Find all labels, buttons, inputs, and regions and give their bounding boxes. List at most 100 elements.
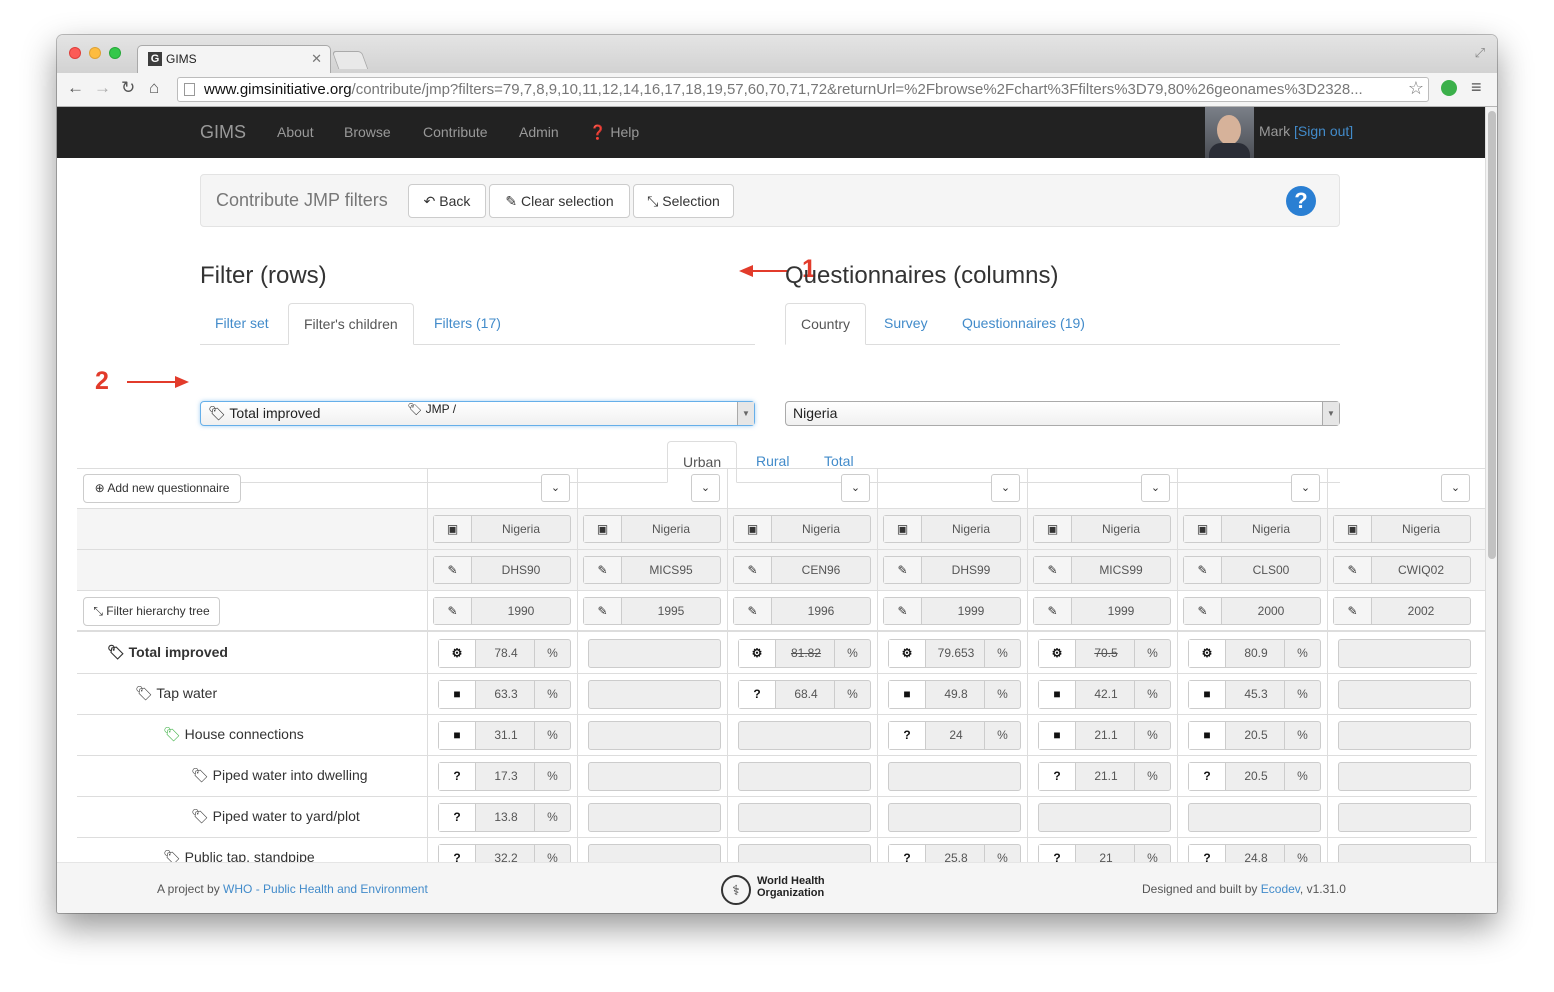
column-survey-field[interactable]: ✎ CWIQ02 bbox=[1333, 556, 1471, 584]
value-cell[interactable]: ? 21% bbox=[1038, 844, 1171, 862]
new-tab-button[interactable] bbox=[331, 51, 369, 69]
value-cell[interactable]: ■ 20.5% bbox=[1188, 721, 1321, 750]
value-cell[interactable] bbox=[888, 803, 1021, 832]
edit-icon[interactable]: ✎ bbox=[884, 598, 922, 624]
value-input[interactable]: 25.8 bbox=[926, 845, 986, 862]
browser-tab[interactable]: G GIMS ✕ bbox=[137, 45, 331, 73]
column-year-field[interactable]: ✎ 1996 bbox=[733, 597, 871, 625]
column-country-field[interactable]: ▣ Nigeria bbox=[883, 515, 1021, 543]
column-survey-field[interactable]: ✎ MICS95 bbox=[583, 556, 721, 584]
page-scrollbar[interactable] bbox=[1485, 107, 1497, 862]
nav-browse[interactable]: Browse bbox=[344, 124, 391, 140]
copy-icon[interactable]: ▣ bbox=[1184, 516, 1222, 542]
edit-icon[interactable]: ✎ bbox=[1334, 598, 1372, 624]
value-cell[interactable] bbox=[588, 844, 721, 862]
value-cell[interactable]: ■ 31.1% bbox=[438, 721, 571, 750]
question-icon[interactable]: ? bbox=[439, 763, 476, 790]
question-icon[interactable]: ? bbox=[1189, 845, 1226, 862]
close-window-button[interactable] bbox=[69, 47, 81, 59]
value-cell[interactable]: ? 13.8% bbox=[438, 803, 571, 832]
value-input[interactable]: 20.5 bbox=[1226, 722, 1286, 749]
value-input[interactable]: 42.1 bbox=[1076, 681, 1136, 708]
clear-selection-button[interactable]: ✎ Clear selection bbox=[489, 184, 630, 218]
value-input[interactable]: 78.4 bbox=[476, 640, 536, 667]
value-cell[interactable] bbox=[1338, 639, 1471, 668]
column-year-field[interactable]: ✎ 1999 bbox=[883, 597, 1021, 625]
value-cell[interactable] bbox=[1038, 803, 1171, 832]
folder-icon[interactable]: ■ bbox=[1189, 681, 1226, 708]
value-cell[interactable]: ⚙ 81.82% bbox=[738, 639, 871, 668]
value-input[interactable]: 31.1 bbox=[476, 722, 536, 749]
question-icon[interactable]: ? bbox=[889, 845, 926, 862]
column-year-field[interactable]: ✎ 1999 bbox=[1033, 597, 1171, 625]
value-cell[interactable]: ? 25.8% bbox=[888, 844, 1021, 862]
address-bar[interactable]: www.gimsinitiative.org/contribute/jmp?fi… bbox=[177, 77, 1429, 102]
folder-icon[interactable]: ■ bbox=[439, 722, 476, 749]
column-menu-button[interactable]: ⌄ bbox=[1441, 474, 1470, 502]
value-cell[interactable] bbox=[1338, 803, 1471, 832]
sign-out-link[interactable]: [Sign out] bbox=[1294, 123, 1353, 139]
value-input[interactable]: 79.653 bbox=[926, 640, 986, 667]
question-icon[interactable]: ? bbox=[439, 845, 476, 862]
column-country-field[interactable]: ▣ Nigeria bbox=[583, 515, 721, 543]
folder-icon[interactable]: ■ bbox=[1189, 722, 1226, 749]
question-icon[interactable]: ? bbox=[889, 722, 926, 749]
gear-icon[interactable]: ⚙ bbox=[739, 640, 776, 667]
value-cell[interactable] bbox=[1338, 721, 1471, 750]
back-button[interactable]: ↶ Back bbox=[408, 184, 486, 218]
question-icon[interactable]: ? bbox=[439, 804, 476, 831]
value-cell[interactable]: ? 21.1% bbox=[1038, 762, 1171, 791]
edit-icon[interactable]: ✎ bbox=[1334, 557, 1372, 583]
folder-icon[interactable]: ■ bbox=[889, 681, 926, 708]
value-cell[interactable]: ■ 63.3% bbox=[438, 680, 571, 709]
edit-icon[interactable]: ✎ bbox=[434, 557, 472, 583]
column-menu-button[interactable]: ⌄ bbox=[991, 474, 1020, 502]
fullscreen-icon[interactable]: ⤢ bbox=[1475, 45, 1485, 61]
copy-icon[interactable]: ▣ bbox=[434, 516, 472, 542]
column-menu-button[interactable]: ⌄ bbox=[1141, 474, 1170, 502]
bookmark-star-icon[interactable]: ☆ bbox=[1408, 78, 1424, 99]
column-country-field[interactable]: ▣ Nigeria bbox=[1183, 515, 1321, 543]
value-input[interactable]: 20.5 bbox=[1226, 763, 1286, 790]
selection-button[interactable]: ⤡ Selection bbox=[633, 184, 734, 218]
value-cell[interactable]: ⚙ 78.4% bbox=[438, 639, 571, 668]
value-input[interactable]: 21 bbox=[1076, 845, 1136, 862]
home-icon[interactable]: ⌂ bbox=[149, 78, 159, 98]
help-icon[interactable]: ? bbox=[1286, 186, 1316, 216]
column-year-field[interactable]: ✎ 2002 bbox=[1333, 597, 1471, 625]
edit-icon[interactable]: ✎ bbox=[1034, 557, 1072, 583]
column-menu-button[interactable]: ⌄ bbox=[1291, 474, 1320, 502]
value-cell[interactable] bbox=[588, 721, 721, 750]
edit-icon[interactable]: ✎ bbox=[884, 557, 922, 583]
column-survey-field[interactable]: ✎ DHS90 bbox=[433, 556, 571, 584]
copy-icon[interactable]: ▣ bbox=[1334, 516, 1372, 542]
value-input[interactable]: 32.2 bbox=[476, 845, 536, 862]
column-menu-button[interactable]: ⌄ bbox=[541, 474, 570, 502]
column-year-field[interactable]: ✎ 2000 bbox=[1183, 597, 1321, 625]
column-menu-button[interactable]: ⌄ bbox=[841, 474, 870, 502]
column-year-field[interactable]: ✎ 1995 bbox=[583, 597, 721, 625]
folder-icon[interactable]: ■ bbox=[439, 681, 476, 708]
value-cell[interactable]: ? 68.4% bbox=[738, 680, 871, 709]
value-cell[interactable]: ? 32.2% bbox=[438, 844, 571, 862]
forward-arrow-icon[interactable]: → bbox=[94, 78, 111, 98]
value-cell[interactable]: ? 20.5% bbox=[1188, 762, 1321, 791]
copy-icon[interactable]: ▣ bbox=[734, 516, 772, 542]
edit-icon[interactable]: ✎ bbox=[584, 598, 622, 624]
column-survey-field[interactable]: ✎ CLS00 bbox=[1183, 556, 1321, 584]
copy-icon[interactable]: ▣ bbox=[584, 516, 622, 542]
value-cell[interactable] bbox=[588, 680, 721, 709]
tab-survey[interactable]: Survey bbox=[869, 303, 943, 345]
value-input[interactable]: 24.8 bbox=[1226, 845, 1286, 862]
column-country-field[interactable]: ▣ Nigeria bbox=[1333, 515, 1471, 543]
tab-filter-set[interactable]: Filter set bbox=[200, 303, 284, 345]
value-input[interactable]: 70.5 bbox=[1076, 640, 1136, 667]
brand-link[interactable]: GIMS bbox=[200, 122, 246, 143]
value-input[interactable]: 68.4 bbox=[776, 681, 836, 708]
minimize-window-button[interactable] bbox=[89, 47, 101, 59]
nav-contribute[interactable]: Contribute bbox=[423, 124, 488, 140]
value-input[interactable]: 21.1 bbox=[1076, 763, 1136, 790]
value-cell[interactable] bbox=[1338, 762, 1471, 791]
question-icon[interactable]: ? bbox=[1039, 763, 1076, 790]
tab-questionnaires[interactable]: Questionnaires (19) bbox=[947, 303, 1100, 345]
